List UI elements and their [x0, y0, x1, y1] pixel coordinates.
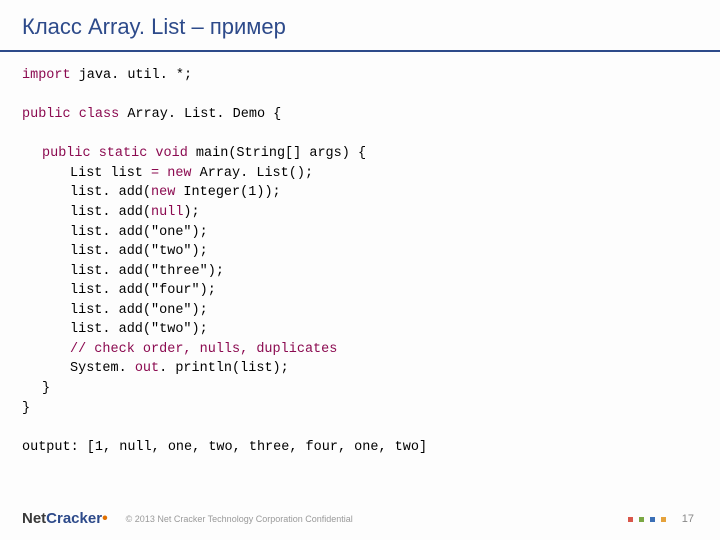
dot-icon: [661, 517, 666, 522]
slide-footer: NetCracker• © 2013 Net Cracker Technolog…: [0, 498, 720, 540]
slide-title: Класс Array. List – пример: [22, 14, 698, 40]
logo-part-cracker: Cracker: [46, 510, 102, 527]
keyword: class: [71, 107, 120, 122]
code-line: list. add("two");: [22, 320, 698, 340]
code-text: list. add("one");: [70, 225, 208, 240]
code-text: list. add("three");: [70, 264, 224, 279]
keyword: =: [151, 166, 159, 181]
dot-icon: [628, 517, 633, 522]
code-text: output: [1, null, one, two, three, four,…: [22, 440, 427, 455]
logo-dot-icon: •: [102, 510, 108, 528]
code-line: System. out. println(list);: [22, 359, 698, 379]
code-line: public static void main(String[] args) {: [22, 144, 698, 164]
code-line: [22, 125, 698, 145]
code-block: import java. util. *; public class Array…: [0, 52, 720, 465]
code-text: list. add(: [70, 205, 151, 220]
code-text: );: [183, 205, 199, 220]
code-line: public class Array. List. Demo {: [22, 105, 698, 125]
dot-icon: [639, 517, 644, 522]
keyword: new: [151, 185, 175, 200]
code-line: list. add(new Integer(1));: [22, 183, 698, 203]
code-text: java. util. *;: [71, 68, 193, 83]
comment: // check order, nulls, duplicates: [70, 342, 337, 357]
code-line: }: [22, 379, 698, 399]
code-line: [22, 86, 698, 106]
code-text: list. add("two");: [70, 244, 208, 259]
code-text: List list: [70, 166, 151, 181]
page-number: 17: [682, 513, 694, 525]
code-text: list. add("two");: [70, 322, 208, 337]
keyword: public static void: [42, 146, 188, 161]
keyword: public: [22, 107, 71, 122]
keyword: new: [159, 166, 191, 181]
decorative-dots: [628, 517, 666, 522]
output-line: output: [1, null, one, two, three, four,…: [22, 438, 698, 458]
logo: NetCracker•: [22, 510, 108, 528]
code-line: list. add("one");: [22, 301, 698, 321]
code-line: // check order, nulls, duplicates: [22, 340, 698, 360]
code-line: list. add("one");: [22, 223, 698, 243]
code-text: list. add(: [70, 185, 151, 200]
code-line: List list = new Array. List();: [22, 164, 698, 184]
code-text: Array. List. Demo {: [119, 107, 281, 122]
code-text: Array. List();: [192, 166, 314, 181]
dot-icon: [650, 517, 655, 522]
code-line: list. add("four");: [22, 281, 698, 301]
keyword: null: [151, 205, 183, 220]
code-text: }: [42, 381, 50, 396]
code-text: list. add("four");: [70, 283, 216, 298]
copyright-text: © 2013 Net Cracker Technology Corporatio…: [126, 514, 353, 524]
code-text: main(String[] args) {: [188, 146, 366, 161]
code-text: }: [22, 401, 30, 416]
code-text: list. add("one");: [70, 303, 208, 318]
code-line: import java. util. *;: [22, 66, 698, 86]
slide-header: Класс Array. List – пример: [0, 0, 720, 52]
code-line: list. add("two");: [22, 242, 698, 262]
code-text: . println(list);: [159, 361, 289, 376]
code-line: }: [22, 399, 698, 419]
code-line: list. add("three");: [22, 262, 698, 282]
logo-part-net: Net: [22, 510, 46, 527]
code-line: list. add(null);: [22, 203, 698, 223]
code-text: Integer(1));: [175, 185, 280, 200]
code-line: [22, 418, 698, 438]
keyword: import: [22, 68, 71, 83]
code-text: System.: [70, 361, 135, 376]
keyword: out: [135, 361, 159, 376]
